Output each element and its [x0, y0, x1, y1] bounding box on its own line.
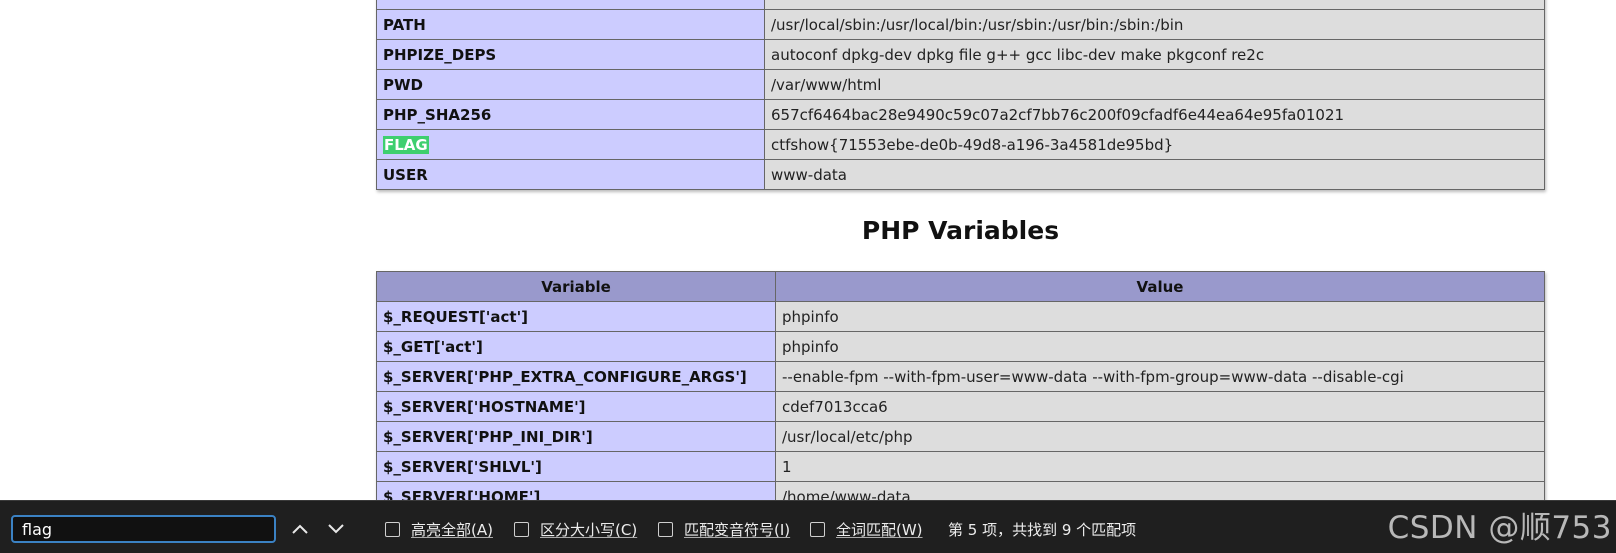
- row-name: $_SERVER['PHP_INI_DIR']: [383, 427, 593, 446]
- search-match-highlight: FLAG: [383, 135, 429, 154]
- table-row: $_SERVER['HOME'] /home/www-data: [376, 481, 1545, 501]
- table-row: USER www-data: [376, 159, 1545, 190]
- table-row: $_SERVER['SHLVL'] 1: [376, 451, 1545, 482]
- find-input[interactable]: [11, 515, 276, 543]
- row-value: --enable-fpm --with-fpm-user=www-data --…: [775, 361, 1545, 392]
- row-name: PWD: [383, 75, 423, 94]
- row-value: 657cf6464bac28e9490c59c07a2cf7bb76c200f0…: [764, 99, 1545, 130]
- table-row: PHPIZE_DEPS autoconf dpkg-dev dpkg file g…: [376, 39, 1545, 70]
- table-row: [376, 0, 1545, 10]
- match-diacritics-label: 匹配变音符号(I): [684, 520, 791, 539]
- row-value: /home/www-data: [775, 481, 1545, 500]
- row-value: cdef7013cca6: [775, 391, 1545, 422]
- chevron-down-icon: [328, 524, 344, 534]
- match-case-label: 区分大小写(C): [540, 520, 638, 539]
- highlight-all-label: 高亮全部(A): [411, 520, 493, 539]
- row-value: autoconf dpkg-dev dpkg file g++ gcc libc…: [764, 39, 1545, 70]
- whole-words-checkbox[interactable]: 全词匹配(W): [810, 519, 923, 539]
- row-name: $_SERVER['PHP_EXTRA_CONFIGURE_ARGS']: [383, 367, 747, 386]
- table-row: FLAG ctfshow{71553ebe-de0b-49d8-a196-3a45…: [376, 129, 1545, 160]
- find-previous-button[interactable]: [289, 519, 311, 539]
- row-value: phpinfo: [775, 301, 1545, 332]
- environment-table: PATH/usr/local/sbin:/usr/local/bin:/usr/…: [376, 0, 1545, 190]
- match-diacritics-checkbox[interactable]: 匹配变音符号(I): [658, 519, 790, 539]
- row-value: phpinfo: [775, 331, 1545, 362]
- match-case-checkbox[interactable]: 区分大小写(C): [514, 519, 637, 539]
- table-row: PHP_SHA256 657cf6464bac28e9490c59c07a2cf7…: [376, 99, 1545, 130]
- page-content: PATH/usr/local/sbin:/usr/local/bin:/usr/…: [0, 0, 1616, 500]
- row-name: $_SERVER['SHLVL']: [383, 457, 542, 476]
- row-value: /usr/local/sbin:/usr/local/bin:/usr/sbin…: [764, 9, 1545, 40]
- row-name: $_SERVER['HOSTNAME']: [383, 397, 586, 416]
- highlight-all-checkbox[interactable]: 高亮全部(A): [385, 519, 493, 539]
- table-row: $_REQUEST['act'] phpinfo: [376, 301, 1545, 332]
- row-name: PATH: [383, 15, 426, 34]
- table-row: PWD/var/www/html: [376, 69, 1545, 100]
- table-row: PATH/usr/local/sbin:/usr/local/bin:/usr/…: [376, 9, 1545, 40]
- row-value: /usr/local/etc/php: [775, 421, 1545, 452]
- checkbox-box[interactable]: [385, 521, 400, 537]
- row-name: USER: [383, 165, 428, 184]
- watermark: CSDN @顺753: [1387, 510, 1612, 546]
- row-value: 1: [775, 451, 1545, 482]
- table-row: $_GET['act'] phpinfo: [376, 331, 1545, 362]
- row-value: /var/www/html: [764, 69, 1545, 100]
- row-value: ctfshow{71553ebe-de0b-49d8-a196-3a4581de…: [764, 129, 1545, 160]
- column-header-value: Value: [775, 271, 1545, 302]
- row-value: www-data: [764, 159, 1545, 190]
- find-next-button[interactable]: [325, 519, 347, 539]
- section-title: PHP Variables: [861, 216, 1060, 245]
- row-name: PHPIZE_DEPS: [383, 45, 497, 64]
- table-row: $_SERVER['PHP_EXTRA_CONFIGURE_ARGS'] --en…: [376, 361, 1545, 392]
- php-variables-table: Variable Value $_REQUEST['act'] phpinfo $_…: [376, 271, 1545, 500]
- row-name: $_REQUEST['act']: [383, 307, 529, 326]
- checkbox-box[interactable]: [514, 521, 529, 537]
- row-name: $_GET['act']: [383, 337, 483, 356]
- find-status: 第 5 项，共找到 9 个匹配项: [948, 520, 1137, 539]
- table-row: $_SERVER['PHP_INI_DIR'] /usr/local/etc/ph…: [376, 421, 1545, 452]
- row-name: PHP_SHA256: [383, 105, 492, 124]
- column-header-variable: Variable: [376, 271, 776, 302]
- table-row: $_SERVER['HOSTNAME'] cdef7013cca6: [376, 391, 1545, 422]
- checkbox-box[interactable]: [658, 521, 673, 537]
- find-bar: 高亮全部(A) 区分大小写(C) 匹配变音符号(I) 全词匹配(W) 第 5 项…: [0, 500, 1616, 553]
- checkbox-box[interactable]: [810, 521, 825, 537]
- chevron-up-icon: [292, 524, 308, 534]
- row-name: $_SERVER['HOME']: [383, 487, 541, 501]
- table-header-row: Variable Value: [376, 271, 1545, 302]
- whole-words-label: 全词匹配(W): [836, 520, 923, 539]
